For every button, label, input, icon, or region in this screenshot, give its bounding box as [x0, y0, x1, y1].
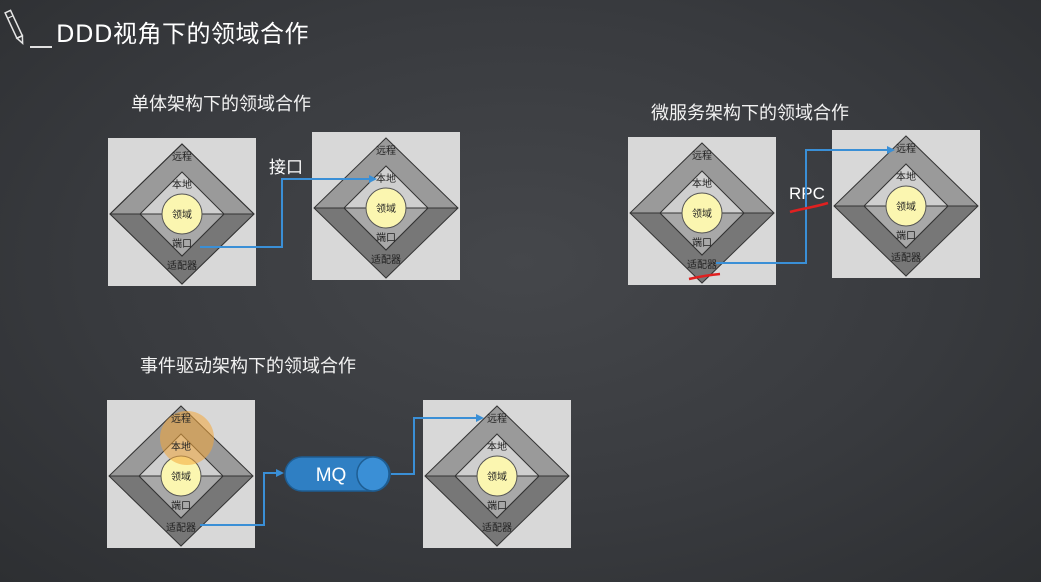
connector-overlay: MQ	[200, 146, 895, 526]
rpc-arrow	[716, 146, 895, 264]
interface-arrow	[200, 175, 377, 248]
publish-arrow	[200, 469, 284, 526]
annotation-underline-rpc	[789, 201, 829, 214]
mq-queue: MQ	[284, 456, 391, 492]
mq-label: MQ	[316, 465, 347, 486]
annotation-underline-adapter	[688, 272, 721, 281]
subscribe-arrow	[391, 414, 484, 475]
